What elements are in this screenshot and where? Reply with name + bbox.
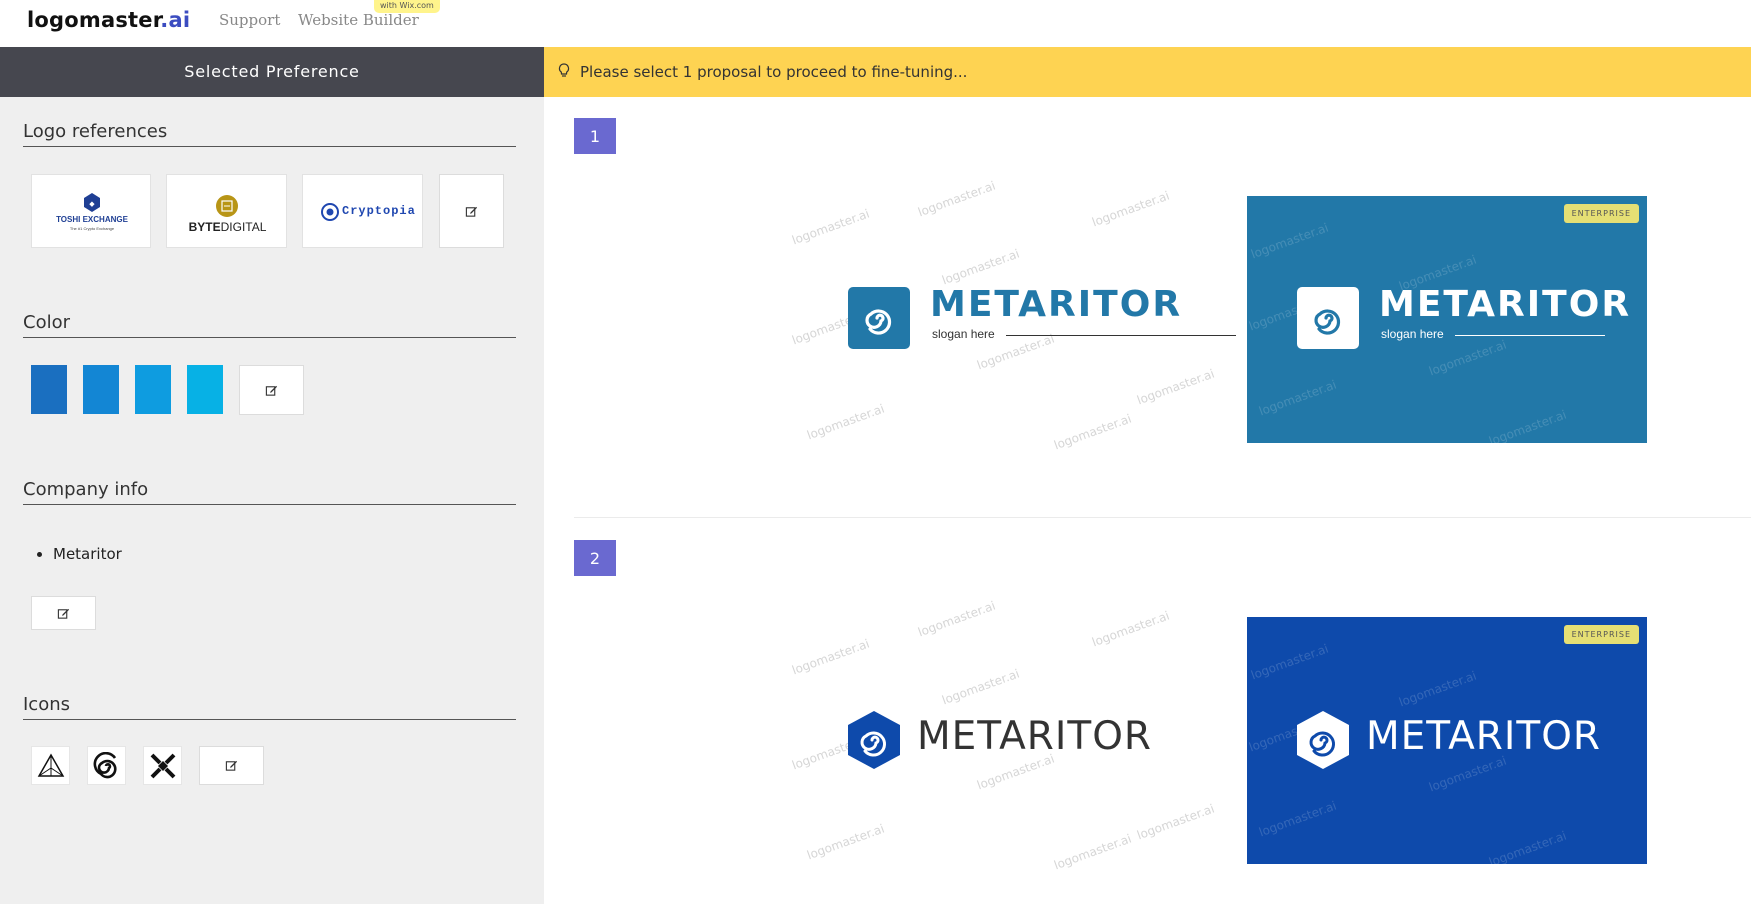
proposal-number-2: 2 [574,540,616,576]
brand-wordmark: METARITOR [917,714,1152,759]
watermark: logomaster.ai [1487,407,1569,443]
nav-support-link[interactable]: Support [219,11,280,29]
watermark: logomaster.ai [1427,753,1509,795]
watermark: logomaster.ai [1135,366,1217,408]
logo-reference-cryptopia[interactable]: Cryptopia [302,174,423,248]
watermark: logomaster.ai [805,821,887,863]
color-title: Color [23,312,516,338]
color-swatch-2[interactable] [83,365,119,414]
logo-references-title: Logo references [23,121,516,147]
watermark: logomaster.ai [1052,411,1134,453]
edit-icons-button[interactable] [199,746,264,785]
edit-color-button[interactable] [239,365,304,415]
company-info-title: Company info [23,479,516,505]
color-swatch-3[interactable] [135,365,171,414]
watermark: logomaster.ai [1427,337,1509,379]
edit-logo-references-button[interactable] [439,174,504,248]
proposal-number-1: 1 [574,118,616,154]
top-bar: logomaster.ai Support Website Builder wi… [0,0,1751,47]
proposal-1-light-preview[interactable]: logomaster.ai logomaster.ai logomaster.a… [790,178,1236,453]
watermark: logomaster.ai [940,246,1022,288]
brand-mark-square [1297,287,1359,349]
hexagon-spiral-mark [1297,711,1349,769]
proposal-2-light-preview[interactable]: logomaster.ai logomaster.ai logomaster.a… [790,598,1216,873]
watermark: logomaster.ai [1257,798,1339,840]
watermark: logomaster.ai [805,401,887,443]
triangle-icon [37,752,64,777]
logo-reference-toshi[interactable]: ◆ TOSHI EXCHANGE The #1 Crypto Exchange [31,174,151,248]
cross-icon [150,753,175,778]
watermark: logomaster.ai [1090,608,1172,650]
edit-icon [225,760,238,771]
cryptopia-name: Cryptopia [342,204,416,218]
toshi-name: TOSHI EXCHANGE [56,215,128,224]
preference-sidebar: Selected Preference Logo references ◆ TO… [0,47,544,904]
sidebar-title: Selected Preference [0,47,544,97]
edit-icon [465,206,478,217]
slogan-line [1006,335,1236,336]
icons-title: Icons [23,694,516,720]
watermark: logomaster.ai [916,598,998,640]
proposal-divider [574,517,1751,518]
watermark: logomaster.ai [916,178,998,220]
watermark: logomaster.ai [1135,801,1217,843]
wix-badge: with Wix.com [374,0,440,13]
banner-text: Please select 1 proposal to proceed to f… [580,63,968,81]
edit-icon [57,608,70,619]
spiral-icon [1314,309,1341,335]
brand-slogan: slogan here [932,327,995,341]
hexagon-spiral-mark [848,711,900,769]
watermark: logomaster.ai [1249,641,1331,683]
brand-wordmark: METARITOR [930,284,1183,325]
company-info-list: Metaritor [36,545,122,563]
site-logo[interactable]: logomaster.ai [27,8,190,32]
watermark: logomaster.ai [790,206,872,248]
watermark: logomaster.ai [940,666,1022,708]
watermark: logomaster.ai [1487,828,1569,864]
nav-website-builder-link[interactable]: Website Builder [298,11,419,29]
toshi-tagline: The #1 Crypto Exchange [69,226,115,231]
proposal-1-dark-preview[interactable]: logomaster.ai logomaster.ai logomaster.a… [1247,196,1647,443]
watermark: logomaster.ai [1090,188,1172,230]
edit-icon [265,385,278,396]
svg-text:◆: ◆ [89,200,95,208]
watermark: logomaster.ai [1249,220,1331,262]
company-name-item: Metaritor [53,545,122,563]
brand-slogan: slogan here [1381,327,1444,341]
brand-mark-square [848,287,910,349]
proposal-2-dark-preview[interactable]: logomaster.ai logomaster.ai logomaster.a… [1247,617,1647,864]
watermark: logomaster.ai [790,636,872,678]
watermark: logomaster.ai [1397,668,1479,710]
spiral-icon [865,309,892,335]
color-swatch-4[interactable] [187,365,223,414]
brand-wordmark: METARITOR [1379,284,1632,325]
edit-company-info-button[interactable] [31,596,96,630]
slogan-line [1455,335,1605,336]
watermark: logomaster.ai [1052,831,1134,873]
brand-wordmark: METARITOR [1366,714,1601,759]
lightbulb-icon [558,63,570,77]
watermark: logomaster.ai [1257,377,1339,419]
icon-option-triangle[interactable] [31,746,70,785]
instruction-banner: Please select 1 proposal to proceed to f… [544,47,1751,97]
icon-option-cross[interactable] [143,746,182,785]
enterprise-badge: ENTERPRISE [1563,625,1639,644]
toshi-exchange-logo: ◆ [84,193,100,212]
logo-reference-bytedigital[interactable]: BYTEDIGITAL [166,174,287,248]
enterprise-badge: ENTERPRISE [1563,204,1639,223]
spiral-icon [93,751,117,778]
icon-option-spiral[interactable] [87,746,126,785]
bytedigital-name: BYTEDIGITAL [188,220,267,234]
color-swatch-1[interactable] [31,365,67,414]
bytedigital-chip-icon [216,195,238,217]
